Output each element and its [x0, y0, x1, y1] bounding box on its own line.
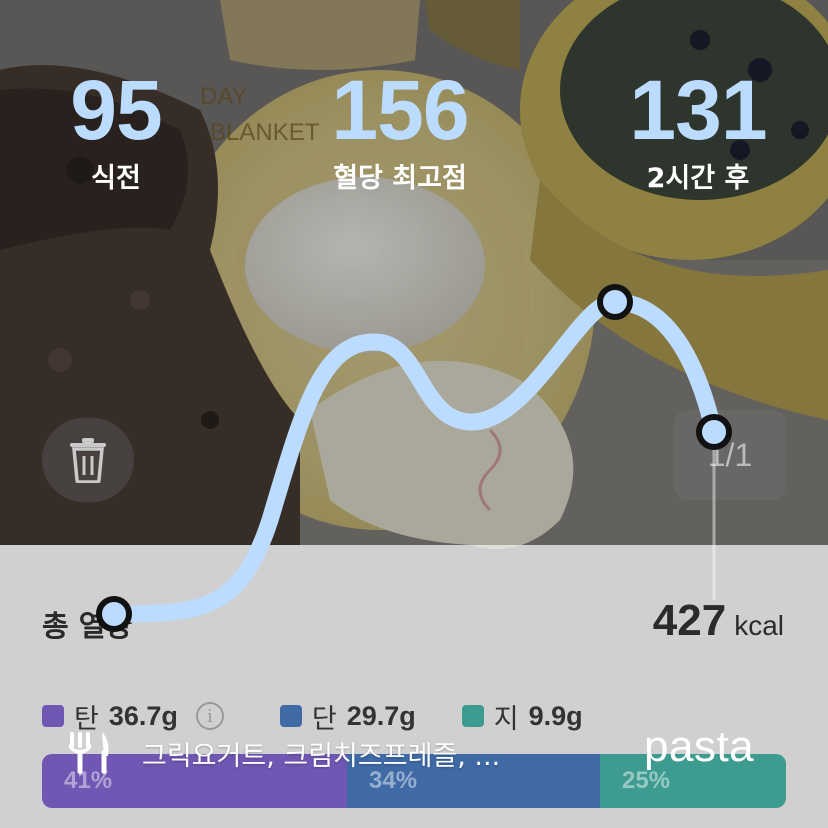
page-indicator: 1/1	[674, 410, 786, 500]
fat-swatch	[461, 705, 484, 727]
total-calories: 427 kcal	[653, 596, 784, 646]
stat-before-label: 식전	[91, 163, 141, 194]
trash-icon	[70, 438, 106, 483]
stat-before-meal: 95 식전	[0, 62, 241, 198]
fork-knife-icon	[69, 732, 109, 774]
calories-value: 427	[652, 596, 727, 645]
delete-button[interactable]	[42, 418, 134, 502]
carbs-swatch	[42, 705, 64, 727]
fat-amount: 9.9g	[528, 700, 583, 731]
info-icon[interactable]: i	[195, 702, 224, 730]
stat-peak: 156 혈당 최고점	[275, 62, 525, 198]
stat-after-value: 131	[629, 63, 767, 157]
food-list: 그릭요거트, 크림치즈프레즐, ...	[66, 728, 500, 778]
stat-before-value: 95	[70, 63, 162, 157]
calories-unit: kcal	[734, 610, 784, 641]
stat-after-label: 2시간 후	[646, 163, 750, 194]
carbs-amount: 36.7g	[108, 700, 178, 731]
stat-after-2h: 131 2시간 후	[573, 62, 823, 198]
protein-swatch	[279, 705, 302, 727]
protein-amount: 29.7g	[346, 700, 416, 731]
stat-peak-value: 156	[331, 63, 469, 157]
stat-peak-label: 혈당 최고점	[333, 163, 467, 194]
brand-logo: pasta	[644, 722, 755, 771]
food-names: 그릭요거트, 크림치즈프레즐, ...	[142, 740, 501, 772]
total-calories-label: 총 열량	[42, 609, 133, 643]
